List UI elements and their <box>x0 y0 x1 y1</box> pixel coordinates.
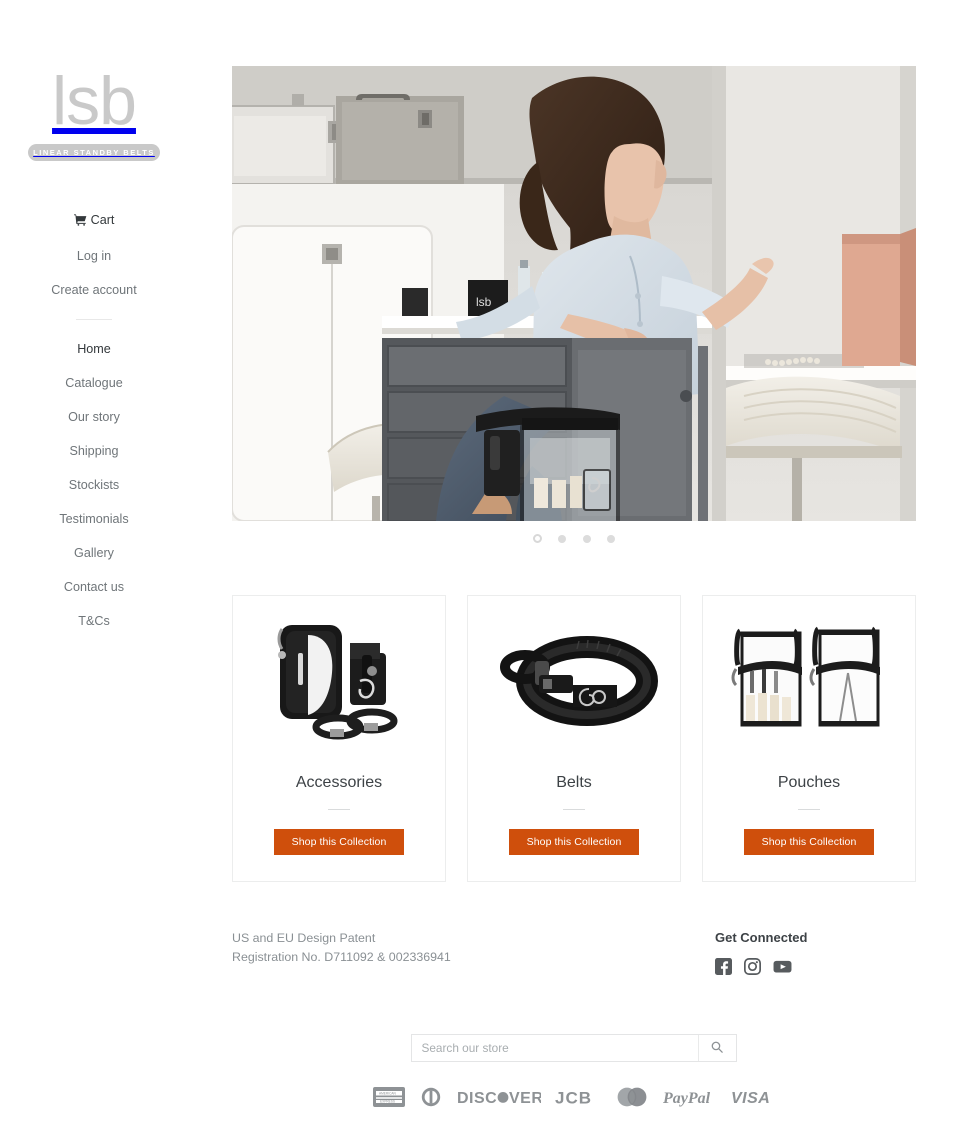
instagram-icon[interactable] <box>743 957 762 980</box>
visa-icon: VISA <box>731 1087 775 1112</box>
sidebar-item-tcs[interactable]: T&Cs <box>0 604 188 638</box>
patent-line-2: Registration No. D711092 & 002336941 <box>232 950 451 964</box>
american-express-icon: AMERICAN EXPRESS <box>372 1087 405 1112</box>
site-footer: US and EU Design Patent Registration No.… <box>232 929 915 1127</box>
sidebar-item-log-in[interactable]: Log in <box>0 239 188 273</box>
sidebar-item-home[interactable]: Home <box>0 332 188 366</box>
svg-text:JCB: JCB <box>555 1089 592 1108</box>
collection-card-accessories[interactable]: Accessories Shop this Collection <box>232 595 446 882</box>
card-divider <box>328 809 350 810</box>
discover-icon: DISC VER <box>457 1087 543 1112</box>
sidebar-item-our-story[interactable]: Our story <box>0 400 188 434</box>
search-input[interactable] <box>411 1035 698 1061</box>
patent-info: US and EU Design Patent Registration No.… <box>232 929 451 980</box>
accessories-image <box>246 609 432 757</box>
pouches-image <box>716 609 902 757</box>
sidebar-item-shipping[interactable]: Shipping <box>0 434 188 468</box>
svg-text:EXPRESS: EXPRESS <box>380 1099 395 1103</box>
main-navigation: Home Catalogue Our story Shipping Stocki… <box>0 332 188 638</box>
carousel-dot-3[interactable] <box>582 534 591 543</box>
sidebar-item-cart-label: Cart <box>90 213 115 227</box>
svg-text:AMERICAN: AMERICAN <box>379 1092 397 1096</box>
jcb-icon: JCB <box>555 1087 601 1112</box>
svg-text:VISA: VISA <box>731 1090 770 1107</box>
sidebar-item-testimonials[interactable]: Testimonials <box>0 502 188 536</box>
sidebar: lsb LINEAR STANDBY BELTS Cart Log in Cre… <box>0 0 188 1127</box>
facebook-icon[interactable] <box>715 958 732 980</box>
collection-card-belts[interactable]: Belts Shop this Collection <box>467 595 681 882</box>
collection-title: Pouches <box>777 774 841 791</box>
carousel-dot-2[interactable] <box>558 534 567 543</box>
account-links: Cart Log in Create account <box>0 203 188 307</box>
footer-search <box>232 1034 915 1062</box>
sidebar-item-cart[interactable]: Cart <box>0 203 188 239</box>
svg-text:PayPal: PayPal <box>663 1090 711 1107</box>
svg-text:VER: VER <box>509 1090 541 1107</box>
sidebar-item-gallery[interactable]: Gallery <box>0 536 188 570</box>
page-root: lsb LINEAR STANDBY BELTS Cart Log in Cre… <box>0 0 960 1127</box>
patent-line-1: US and EU Design Patent <box>232 931 376 945</box>
sidebar-item-catalogue[interactable]: Catalogue <box>0 366 188 400</box>
paypal-icon: PayPal <box>662 1087 717 1112</box>
logo-mark: lsb <box>52 63 137 139</box>
social-links <box>715 957 897 980</box>
sidebar-item-stockists[interactable]: Stockists <box>0 468 188 502</box>
belts-image <box>481 609 667 757</box>
youtube-icon[interactable] <box>773 958 792 980</box>
svg-text:DISC: DISC <box>457 1090 497 1107</box>
get-connected: Get Connected <box>715 929 915 980</box>
sidebar-item-contact-us[interactable]: Contact us <box>0 570 188 604</box>
collection-title: Belts <box>556 774 592 791</box>
shop-this-collection-button-pouches[interactable]: Shop this Collection <box>744 829 874 855</box>
svg-text:lsb: lsb <box>476 295 492 309</box>
hero-image: lsb <box>232 66 916 521</box>
carousel-dot-1[interactable] <box>532 534 542 544</box>
logo-tagline: LINEAR STANDBY BELTS <box>28 144 160 161</box>
search-submit-button[interactable] <box>697 1035 736 1061</box>
sidebar-divider <box>76 319 112 320</box>
hero-slide[interactable]: lsb <box>232 66 916 521</box>
collection-title: Accessories <box>295 774 383 791</box>
shop-this-collection-button-accessories[interactable]: Shop this Collection <box>274 829 404 855</box>
cart-icon <box>73 214 87 230</box>
search-icon <box>711 1041 723 1056</box>
collection-card-pouches[interactable]: Pouches Shop this Collection <box>702 595 916 882</box>
shop-this-collection-button-belts[interactable]: Shop this Collection <box>509 829 639 855</box>
collection-list: Accessories Shop this Collection Belts S… <box>232 595 916 882</box>
site-logo[interactable]: lsb LINEAR STANDBY BELTS <box>0 62 188 161</box>
search-box[interactable] <box>410 1034 737 1062</box>
hero-carousel: lsb <box>232 66 916 548</box>
mastercard-icon <box>615 1087 649 1112</box>
sidebar-item-create-account[interactable]: Create account <box>0 273 188 307</box>
card-divider <box>798 809 820 810</box>
carousel-dot-4[interactable] <box>607 534 616 543</box>
payment-methods: AMERICAN EXPRESS DISC VER JCB PayPal VIS… <box>232 1087 915 1112</box>
main-content: lsb Accessories Shop this Collection Bel… <box>188 0 960 1127</box>
card-divider <box>563 809 585 810</box>
get-connected-title: Get Connected <box>715 930 808 945</box>
diners-club-icon <box>419 1087 443 1112</box>
carousel-dots <box>232 530 916 548</box>
